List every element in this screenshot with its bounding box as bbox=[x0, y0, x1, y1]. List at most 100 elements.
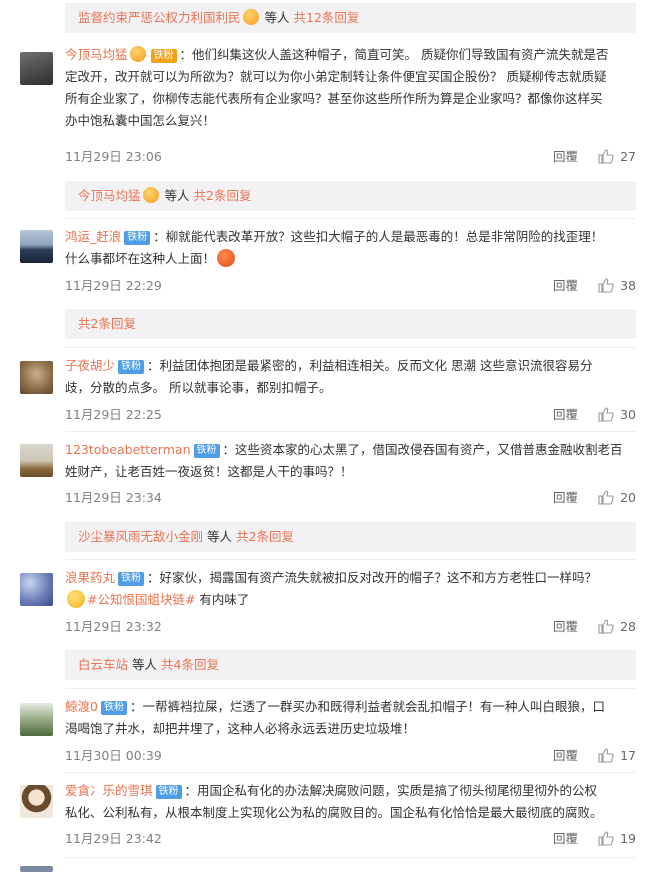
comment-user[interactable]: 鯨渡0 bbox=[65, 699, 98, 714]
sub-reply-user[interactable]: 监督约束严惩公权力利国利民 bbox=[78, 10, 241, 25]
sub-reply-middle: 等人 bbox=[132, 657, 158, 672]
sub-reply-count[interactable]: 共2条回复 bbox=[78, 316, 136, 331]
fan-badge: 铁粉 bbox=[124, 231, 151, 245]
heart-eyes-emoji-icon bbox=[242, 9, 259, 25]
like-count: 27 bbox=[620, 149, 636, 164]
like-button[interactable]: 28 bbox=[598, 617, 636, 637]
like-button[interactable]: 19 bbox=[598, 829, 636, 849]
comment-meta: 11月29日 23:34 回覆 20 bbox=[65, 488, 636, 508]
sub-reply-user[interactable]: 白云车站 bbox=[78, 657, 128, 672]
comment-thread: 监督约束严惩公权力利国利民 等人 共12条回复 今顶马均猛 铁粉 ：他们纠集这伙人盖… bbox=[0, 0, 654, 872]
comment-text-line: 姓财产，让老百姓一夜返贫！这都是人干的事吗？！ bbox=[65, 464, 353, 479]
comment-body: 今顶马均猛 铁粉 ：他们纠集这伙人盖这种帽子，简直可笑。 质疑你们导致国有资产流失就… bbox=[65, 44, 640, 132]
comment-text-line: ：他们纠集这伙人盖这种帽子，简直可笑。 质疑你们导致国有资产流失就是否 bbox=[179, 47, 609, 62]
angry-emoji-icon bbox=[217, 249, 236, 267]
comment-text-line: 所有企业家了，你柳传志能代表所有企业家吗？甚至你这些所作所为算是企业家吗？都像你… bbox=[65, 91, 603, 106]
like-button[interactable]: 38 bbox=[598, 276, 636, 296]
like-count: 19 bbox=[620, 831, 636, 846]
thumbs-up-icon bbox=[598, 149, 614, 164]
comment-body: 123tobeabetterman 铁粉 ：这些资本家的心太黑了，借国改侵吞国有资产… bbox=[65, 439, 640, 483]
comment-user[interactable]: 123tobeabetterman bbox=[65, 442, 191, 457]
reply-button[interactable]: 回覆 bbox=[553, 405, 578, 425]
comment-user[interactable]: 子夜胡少 bbox=[65, 358, 115, 373]
avatar[interactable] bbox=[20, 361, 53, 394]
sub-reply-user[interactable]: 今顶马均猛 bbox=[78, 188, 141, 203]
comment-user[interactable]: 爱貪冫乐的雪琪 bbox=[65, 783, 153, 798]
like-count: 30 bbox=[620, 407, 636, 422]
sub-reply-summary[interactable]: 沙尘暴风雨无敌小金刚 等人 共2条回复 bbox=[65, 522, 636, 552]
avatar[interactable] bbox=[20, 785, 53, 818]
comment-text-tail: 有内味了 bbox=[195, 592, 250, 607]
like-button[interactable]: 30 bbox=[598, 405, 636, 425]
comment-meta: 11月29日 23:06 回覆 27 bbox=[65, 147, 636, 167]
avatar[interactable] bbox=[20, 866, 53, 872]
comment-text-line: ：利益团体抱团是最紧密的，利益相连相关。反而文化 思潮 这些意识流很容易分 bbox=[147, 358, 593, 373]
sub-reply-count[interactable]: 共2条回复 bbox=[194, 188, 252, 203]
comment-user[interactable]: 鸿运_赶浪 bbox=[65, 229, 121, 244]
comment-body: 爱貪冫乐的雪琪 铁粉 ：用国企私有化的办法解决腐败问题，实质是搞了彻头彻尾彻里彻外的… bbox=[65, 780, 640, 824]
divider bbox=[65, 218, 636, 219]
reply-button[interactable]: 回覆 bbox=[553, 617, 578, 637]
like-button[interactable]: 20 bbox=[598, 488, 636, 508]
comment-text-line: ：用国企私有化的办法解决腐败问题，实质是搞了彻头彻尾彻里彻外的公权 bbox=[184, 783, 598, 798]
divider bbox=[65, 688, 636, 689]
like-count: 28 bbox=[620, 619, 636, 634]
divider bbox=[65, 772, 636, 773]
comment-time: 11月29日 23:06 bbox=[65, 149, 162, 164]
comment-text-line: 渴喝饱了井水，却把井埋了，这种人必将永远丢进历史垃圾堆！ bbox=[65, 721, 416, 736]
sub-reply-summary[interactable]: 今顶马均猛 等人 共2条回复 bbox=[65, 181, 636, 211]
avatar[interactable] bbox=[20, 444, 53, 477]
comment-meta: 11月29日 23:32 回覆 28 bbox=[65, 617, 636, 637]
sub-reply-summary[interactable]: 监督约束严惩公权力利国利民 等人 共12条回复 bbox=[65, 3, 636, 33]
avatar[interactable] bbox=[20, 703, 53, 736]
like-count: 20 bbox=[620, 490, 636, 505]
grin-emoji-icon bbox=[67, 590, 85, 608]
avatar[interactable] bbox=[20, 230, 53, 263]
divider bbox=[65, 857, 636, 858]
comment-text-line: ：一帮裤裆拉屎，烂透了一群买办和既得利益者就会乱扣帽子！有一种人叫白眼狼，口 bbox=[129, 699, 605, 714]
divider bbox=[65, 559, 636, 560]
comment-text-line: ：好家伙，揭露国有资产流失就被扣反对改开的帽子？这不和方方老牲口一样吗？ bbox=[147, 570, 598, 585]
comment-text-line: 办中饱私囊中国怎么复兴！ bbox=[65, 113, 216, 128]
comment-body: 浪果药丸 铁粉 ：好家伙，揭露国有资产流失就被扣反对改开的帽子？这不和方方老牲口一样… bbox=[65, 567, 640, 611]
sub-reply-count[interactable]: 共4条回复 bbox=[161, 657, 219, 672]
sub-reply-middle: 等人 bbox=[164, 188, 190, 203]
reply-button[interactable]: 回覆 bbox=[553, 276, 578, 296]
comment-user[interactable]: 今顶马均猛 bbox=[65, 47, 128, 62]
reply-button[interactable]: 回覆 bbox=[553, 829, 578, 849]
reply-button[interactable]: 回覆 bbox=[553, 488, 578, 508]
fan-badge: 铁粉 bbox=[150, 49, 177, 63]
comment-text-line: 什么事都坏在这种人上面！ bbox=[65, 251, 216, 266]
thumbs-up-icon bbox=[598, 490, 614, 505]
sub-reply-summary[interactable]: 白云车站 等人 共4条回复 bbox=[65, 650, 636, 680]
comment-text-line: 定改开，改开就可以为所欲为？就可以为你小弟定制转让条件便宜买国企股份？ 质疑柳传… bbox=[65, 69, 607, 84]
fan-badge: 铁粉 bbox=[118, 360, 145, 374]
avatar[interactable] bbox=[20, 52, 53, 85]
thumbs-up-icon bbox=[598, 619, 614, 634]
comment-text-line: ：这些资本家的心太黑了，借国改侵吞国有资产，又借普惠金融收割老百 bbox=[222, 442, 623, 457]
sub-reply-count[interactable]: 共12条回复 bbox=[294, 10, 360, 25]
sub-reply-middle: 等人 bbox=[207, 529, 233, 544]
fan-badge: 铁粉 bbox=[193, 444, 220, 458]
like-button[interactable]: 27 bbox=[598, 147, 636, 167]
hashtag-link[interactable]: #公知恨国蛆块链# bbox=[87, 592, 195, 607]
sub-reply-user[interactable]: 沙尘暴风雨无敌小金刚 bbox=[78, 529, 203, 544]
avatar[interactable] bbox=[20, 573, 53, 606]
reply-button[interactable]: 回覆 bbox=[553, 746, 578, 766]
divider bbox=[65, 347, 636, 348]
comment-time: 11月30日 00:39 bbox=[65, 748, 162, 763]
comment-meta: 11月29日 23:42 回覆 19 bbox=[65, 829, 636, 849]
like-count: 17 bbox=[620, 748, 636, 763]
comment-time: 11月29日 22:29 bbox=[65, 278, 162, 293]
comment-text-line: 私化、公利私有，从根本制度上实现化公为私的腐败目的。国企私有化恰恰是最大最彻底的… bbox=[65, 805, 603, 820]
comment-time: 11月29日 23:42 bbox=[65, 831, 162, 846]
like-button[interactable]: 17 bbox=[598, 746, 636, 766]
comment-body: 鯨渡0 铁粉 ：一帮裤裆拉屎，烂透了一群买办和既得利益者就会乱扣帽子！有一种人叫白眼… bbox=[65, 696, 640, 740]
sub-reply-count[interactable]: 共2条回复 bbox=[236, 529, 294, 544]
comment-meta: 11月30日 00:39 回覆 17 bbox=[65, 746, 636, 766]
reply-button[interactable]: 回覆 bbox=[553, 147, 578, 167]
sub-reply-summary[interactable]: 共2条回复 bbox=[65, 309, 636, 339]
comment-text-line: 歧，分散的点多。 所以就事论事，都别扣帽子。 bbox=[65, 380, 332, 395]
comment-user[interactable]: 浪果药丸 bbox=[65, 570, 115, 585]
thumbs-up-icon bbox=[598, 831, 614, 846]
